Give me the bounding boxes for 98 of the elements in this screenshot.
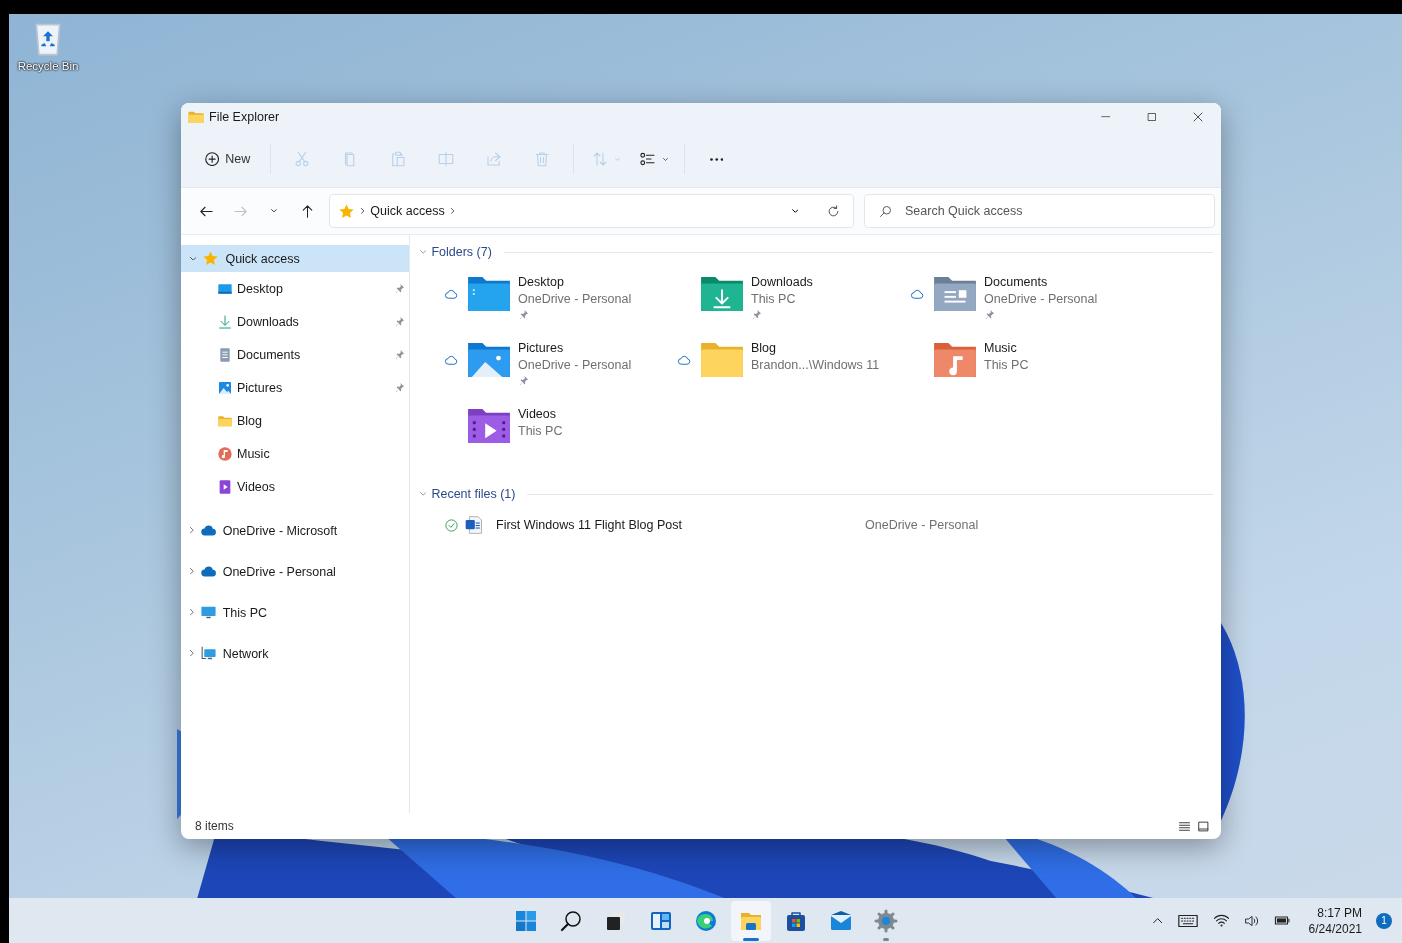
gear-icon [874, 908, 898, 933]
browser-icon [694, 908, 718, 933]
star-icon [338, 202, 355, 220]
folder-location: This PC [751, 292, 797, 306]
search-icon [559, 908, 583, 933]
pin-icon [518, 375, 529, 386]
pin-icon [984, 309, 995, 320]
pin-icon [394, 349, 405, 360]
video-icon [217, 478, 233, 495]
notification-badge[interactable]: 1 [1376, 912, 1392, 929]
chevron-right-icon [190, 609, 194, 616]
sidebar-item[interactable]: This PC [181, 599, 409, 626]
folder-icon [699, 275, 745, 313]
star-icon [202, 250, 220, 267]
folder-name: Blog [751, 341, 778, 355]
chevron-right-icon [190, 568, 194, 575]
chevron-right-icon [450, 208, 454, 214]
pin-icon [394, 316, 405, 327]
folder-tile[interactable]: Pictures OneDrive - Personal [444, 337, 677, 403]
folder-tile[interactable]: Downloads This PC [677, 271, 910, 337]
folder-icon [932, 275, 978, 313]
check-circle-icon [444, 517, 459, 533]
section-header[interactable]: Folders (7) [418, 245, 494, 259]
folder-location: This PC [518, 424, 563, 438]
folder-icon [466, 275, 512, 313]
pin-icon [394, 283, 405, 294]
folder-name: Videos [518, 407, 557, 421]
maximize-icon [1145, 110, 1159, 124]
folder-tile[interactable]: Documents OneDrive - Personal [910, 271, 1143, 337]
chevron-down-icon [420, 250, 427, 254]
sidebar-item[interactable]: Documents [181, 338, 409, 371]
chevron-down-icon [791, 209, 799, 213]
pin-icon [751, 309, 762, 320]
pin-icon [518, 309, 529, 320]
file-location: OneDrive - Personal [865, 518, 979, 532]
picture-icon [217, 379, 233, 396]
folder-tile[interactable]: Blog Brandon...\Windows 11 [677, 337, 910, 403]
document-icon [217, 346, 233, 363]
sidebar-item[interactable]: Downloads [181, 305, 409, 338]
folder-tile[interactable]: Videos This PC [444, 403, 677, 469]
folder-name: Desktop [518, 275, 565, 289]
document-icon [464, 515, 484, 535]
shortcut-label: Recycle Bin [17, 60, 79, 72]
chevron-down-icon [662, 157, 668, 161]
tiles-view-icon [1196, 818, 1211, 834]
envelope-icon [829, 908, 853, 933]
folder-name: Downloads [751, 275, 813, 289]
section-header[interactable]: Recent files (1) [418, 487, 518, 501]
search-icon [878, 204, 893, 219]
address-bar[interactable]: Quick access [329, 194, 854, 228]
folder-location: OneDrive - Personal [518, 292, 632, 306]
folder-tile[interactable]: Desktop OneDrive - Personal [444, 271, 677, 337]
network-icon [199, 645, 217, 662]
chevron-right-icon [361, 208, 365, 214]
folder-name: Music [984, 341, 1018, 355]
clock-time: 8:17 PM [1317, 904, 1362, 921]
chevron-down-icon [420, 492, 427, 496]
sidebar-item[interactable]: Blog [181, 404, 409, 437]
music-icon [217, 445, 233, 462]
folder-location: OneDrive - Personal [984, 292, 1098, 306]
folder-name: Pictures [518, 341, 565, 355]
sidebar-item[interactable]: OneDrive - Personal [181, 558, 409, 585]
pin-icon [394, 382, 405, 393]
folder-tile[interactable]: Music This PC [910, 337, 1143, 403]
folder-icon [932, 341, 978, 379]
monitor-icon [199, 604, 217, 621]
chevron-down-icon [190, 256, 197, 261]
wifi-icon [1212, 912, 1230, 929]
sidebar-item[interactable]: OneDrive - Microsoft [181, 517, 409, 544]
item-count: 8 items [195, 819, 234, 833]
windows-logo-icon [514, 908, 538, 933]
sidebar-item[interactable]: Music [181, 437, 409, 470]
download-arrow-icon [217, 313, 233, 330]
sidebar-item[interactable]: Pictures [181, 371, 409, 404]
new-button[interactable]: New [195, 142, 261, 176]
breadcrumb-item[interactable]: Quick access [370, 204, 445, 218]
chevron-up-icon [1153, 917, 1163, 924]
sidebar-item[interactable]: Desktop [181, 272, 409, 305]
chevron-right-icon [190, 527, 194, 534]
window-title: File Explorer [209, 110, 280, 124]
folder-icon [699, 341, 745, 379]
sidebar-item[interactable]: Quick access [181, 245, 409, 272]
chevron-down-icon [614, 157, 620, 161]
sidebar-item[interactable]: Network [181, 640, 409, 667]
folder-icon [466, 407, 512, 445]
folder-location: OneDrive - Personal [518, 358, 632, 372]
refresh-icon [825, 203, 841, 219]
folder-name: Documents [984, 275, 1049, 289]
sidebar-item[interactable]: Videos [181, 470, 409, 503]
folder-location: Brandon...\Windows 11 [751, 358, 880, 372]
folder-location: This PC [984, 358, 1029, 372]
file-name: First Windows 11 Flight Blog Post [496, 518, 683, 532]
recent-file-row[interactable]: First Windows 11 Flight Blog Post OneDrive - Personal [418, 507, 1213, 543]
minimize-icon [1101, 116, 1111, 118]
clock-date: 6/24/2021 [1308, 920, 1362, 937]
search-field[interactable]: Search Quick access [864, 194, 1215, 228]
folder-icon [466, 341, 512, 379]
chevron-right-icon [190, 650, 194, 657]
